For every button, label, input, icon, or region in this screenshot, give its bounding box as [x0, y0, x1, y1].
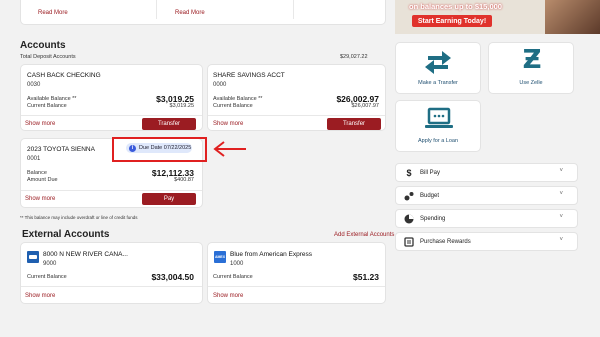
promo-photo: [545, 0, 600, 34]
account-card-checking[interactable]: CASH BACK CHECKING 0030 Available Balanc…: [20, 64, 203, 131]
use-zelle-tile[interactable]: Ƶ Use Zelle: [488, 42, 574, 94]
current-balance-value: $33,004.50: [151, 272, 194, 282]
read-more-link[interactable]: Read More: [175, 10, 205, 16]
show-more-link[interactable]: Show more: [25, 196, 55, 202]
zelle-icon: Ƶ: [522, 45, 542, 75]
card-divider: [208, 115, 385, 116]
tool-label: Spending: [420, 215, 446, 222]
card-divider: [21, 115, 202, 116]
account-name: SHARE SAVINGS ACCT: [213, 72, 285, 79]
show-more-link[interactable]: Show more: [213, 121, 243, 127]
show-more-link[interactable]: Show more: [213, 293, 243, 299]
tool-label: Purchase Rewards: [420, 238, 471, 245]
amount-due-value: $400.87: [174, 177, 194, 183]
top-card-separator: [293, 0, 294, 19]
available-balance-label: Available Balance **: [27, 96, 77, 102]
chevron-down-icon: ˅: [559, 191, 563, 197]
read-more-link[interactable]: Read More: [38, 10, 68, 16]
current-balance-label: Current Balance: [27, 274, 67, 280]
tool-label: Bill Pay: [420, 169, 441, 176]
promo-cta-button[interactable]: Start Earning Today!: [412, 15, 492, 27]
external-account-number: 9000: [43, 261, 57, 267]
external-account-card[interactable]: 8000 N NEW RIVER CANA... 9000 Current Ba…: [20, 242, 203, 304]
promo-banner[interactable]: on balances up to $15,000 Start Earning …: [395, 0, 600, 34]
tool-budget[interactable]: Budget ˅: [395, 186, 578, 205]
account-number: 0030: [27, 82, 41, 88]
amount-due-label: Amount Due: [27, 177, 58, 183]
quick-action-label: Use Zelle: [519, 80, 543, 86]
card-divider: [208, 286, 385, 287]
pay-button[interactable]: Pay: [142, 193, 196, 205]
current-balance-value: $26,007.97: [351, 103, 379, 109]
tool-spending[interactable]: Spending ˅: [395, 209, 578, 228]
available-balance-label: Available Balance **: [213, 96, 263, 102]
dollar-icon: $: [406, 167, 412, 178]
promo-headline: on balances up to $15,000: [409, 2, 502, 11]
external-account-name: 8000 N NEW RIVER CANA...: [43, 251, 128, 258]
show-more-link[interactable]: Show more: [25, 293, 55, 299]
current-balance-label: Current Balance: [27, 103, 67, 109]
chevron-down-icon: ˅: [559, 168, 563, 174]
arrow-annotation-icon: [213, 141, 246, 157]
balance-footnote: ** This balance may include overdraft or…: [20, 215, 138, 220]
quick-action-label: Apply for a Loan: [417, 138, 459, 144]
current-balance-value: $51.23: [353, 272, 379, 282]
laptop-icon: [425, 107, 453, 128]
current-balance-label: Current Balance: [213, 274, 253, 280]
account-card-savings[interactable]: SHARE SAVINGS ACCT 0000 Available Balanc…: [207, 64, 386, 131]
external-account-number: 1000: [230, 261, 244, 267]
quick-action-label: Make a Transfer: [418, 80, 458, 86]
show-more-link[interactable]: Show more: [25, 121, 55, 127]
top-card-separator: [156, 0, 157, 19]
apply-loan-tile[interactable]: Apply for a Loan: [395, 100, 481, 152]
external-accounts-title: External Accounts: [22, 229, 110, 240]
account-number: 0000: [213, 82, 227, 88]
transfer-icon: [425, 51, 451, 74]
external-account-name: Blue from American Express: [230, 251, 313, 258]
chevron-down-icon: ˅: [559, 237, 563, 243]
accounts-title: Accounts: [20, 40, 66, 51]
total-deposit-value: $29,027.22: [340, 54, 368, 60]
current-balance-label: Current Balance: [213, 103, 253, 109]
loan-name: 2023 TOYOTA SIENNA: [27, 146, 95, 153]
transfer-button[interactable]: Transfer: [142, 118, 196, 130]
budget-icon: [402, 189, 416, 203]
amex-logo-icon: AMEX: [214, 251, 226, 263]
tool-purchase-rewards[interactable]: Purchase Rewards ˅: [395, 232, 578, 251]
bank-logo-icon: [27, 251, 39, 263]
account-name: CASH BACK CHECKING: [27, 72, 101, 79]
highlight-box-annotation: [112, 137, 207, 162]
loan-number: 0001: [27, 156, 41, 162]
total-deposit-label: Total Deposit Accounts: [20, 54, 76, 60]
add-external-accounts-link[interactable]: Add External Accounts: [334, 232, 394, 238]
card-divider: [21, 286, 202, 287]
current-balance-value: $3,019.25: [169, 103, 194, 109]
make-transfer-tile[interactable]: Make a Transfer: [395, 42, 481, 94]
card-divider: [21, 190, 202, 191]
balance-label: Balance: [27, 170, 47, 176]
tool-bill-pay[interactable]: $ Bill Pay ˅: [395, 163, 578, 182]
chevron-down-icon: ˅: [559, 214, 563, 220]
external-account-card[interactable]: AMEX Blue from American Express 1000 Cur…: [207, 242, 386, 304]
rewards-icon: [402, 235, 416, 249]
tool-label: Budget: [420, 192, 440, 199]
pie-icon: [402, 212, 416, 226]
transfer-button[interactable]: Transfer: [327, 118, 381, 130]
